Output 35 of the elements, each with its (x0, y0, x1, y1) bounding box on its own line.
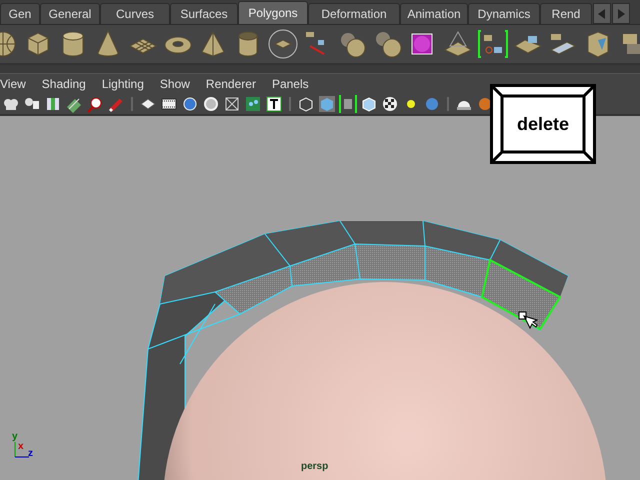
axis-label: y (12, 432, 18, 442)
menu-item[interactable]: View (0, 77, 34, 91)
circled-planes-icon[interactable] (267, 28, 299, 60)
shaded-cube-icon[interactable] (318, 95, 336, 113)
book-icon[interactable] (44, 95, 62, 113)
ring-icon[interactable] (202, 95, 220, 113)
menu-item[interactable]: Renderer (198, 77, 264, 91)
axis-label: z (28, 449, 33, 459)
wire-cube-icon[interactable] (297, 95, 315, 113)
right-arrow-icon (617, 8, 625, 18)
camera-label: persp (301, 461, 328, 472)
checker-icon[interactable] (381, 95, 399, 113)
text-icon[interactable] (265, 95, 283, 113)
shelf-tab[interactable]: Dynamics (468, 3, 540, 24)
cut-faces-icon[interactable] (477, 28, 509, 60)
menu-item[interactable]: Lighting (94, 77, 152, 91)
shelf-tab[interactable]: Curves (100, 3, 170, 24)
shelf-tab[interactable]: Rend (540, 3, 592, 24)
left-arrow-icon (598, 8, 606, 18)
menu-item[interactable]: Shading (34, 77, 94, 91)
sphere-icon[interactable] (181, 95, 199, 113)
grid-icon[interactable] (223, 95, 241, 113)
shelf-tab[interactable]: Deformation (308, 3, 400, 24)
wire-shaded-icon[interactable] (339, 95, 357, 113)
axis-label: x (18, 442, 24, 452)
key-label: delete (516, 114, 570, 134)
magnify-icon[interactable] (86, 95, 104, 113)
menu-item[interactable]: Show (152, 77, 198, 91)
shelf-tab[interactable]: Gen (0, 3, 40, 24)
shelf-tab[interactable]: Polygons (238, 1, 308, 24)
shelf-tab[interactable]: General (40, 3, 100, 24)
dots-icon[interactable] (244, 95, 262, 113)
shelf-tab[interactable]: Surfaces (170, 3, 238, 24)
shelf-tab[interactable]: Animation (400, 3, 468, 24)
menu-item[interactable]: Panels (264, 77, 317, 91)
